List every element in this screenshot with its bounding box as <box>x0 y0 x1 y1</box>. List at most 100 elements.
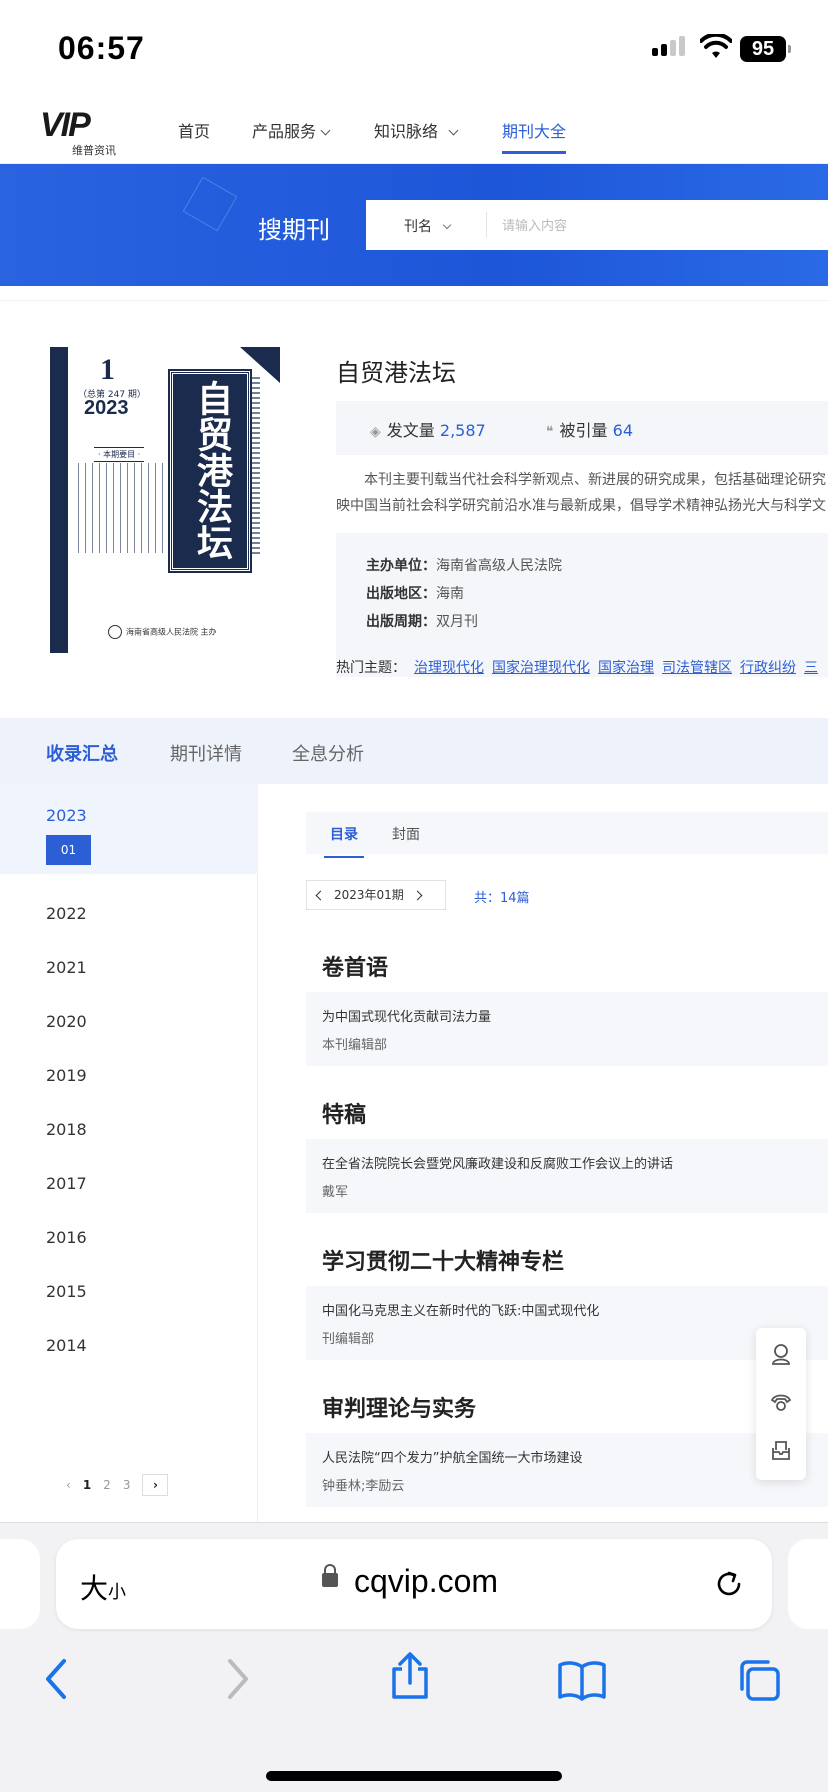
nav-journals[interactable]: 期刊大全 <box>502 118 567 154</box>
year-item-active[interactable]: 2023 01 <box>0 784 258 874</box>
cover-issue-number: 1 <box>100 353 115 386</box>
nav-knowledge[interactable]: 知识脉络 <box>374 118 459 142</box>
nav-home[interactable]: 首页 <box>178 118 210 142</box>
journal-cover-image: 1 （总第 247 期） 2023 · 本期要目 · 自贸港法坛 海南省高级人民… <box>50 347 280 653</box>
layers-icon: ◈ <box>370 424 381 440</box>
year-label: 2023 <box>46 806 87 825</box>
issue-contents: 目录 封面 2023年01期 共：14篇 卷首语 为中国式现代化贡献司法力量 本… <box>258 784 828 1524</box>
cover-year: 2023 <box>84 397 129 419</box>
article-item[interactable]: 在全省法院院长会暨党风廉政建设和反腐败工作会议上的讲话 戴军 <box>306 1139 828 1213</box>
meta-cycle: 出版周期：双月刊 <box>366 614 478 630</box>
forward-icon[interactable] <box>222 1657 252 1701</box>
message-icon[interactable] <box>769 1438 793 1462</box>
cover-title: 自贸港法坛 <box>191 380 233 560</box>
year-item[interactable]: 2015 <box>46 1282 87 1301</box>
subtab-cover[interactable]: 封面 <box>392 824 420 844</box>
article-item[interactable]: 中国化马克思主义在新时代的飞跃:中国式现代化 刊编辑部 <box>306 1286 828 1360</box>
issue-badge[interactable]: 01 <box>46 835 91 865</box>
topic-link[interactable]: 三 <box>804 660 818 676</box>
article-item[interactable]: 为中国式现代化贡献司法力量 本刊编辑部 <box>306 992 828 1066</box>
cover-english-title <box>250 377 260 557</box>
page-number[interactable]: 1 <box>83 1478 91 1492</box>
description-line: 本刊主要刊载当代社会科学新观点、新进展的研究成果，包括基础理论研究 <box>364 472 826 488</box>
back-icon[interactable] <box>42 1657 72 1701</box>
next-page-button[interactable]: › <box>142 1474 169 1496</box>
site-nav: VIP 维普资讯 首页 产品服务 知识脉络 期刊大全 <box>0 96 828 164</box>
year-item[interactable]: 2022 <box>46 904 87 923</box>
nav-products[interactable]: 产品服务 <box>252 118 331 142</box>
status-time: 06:57 <box>58 30 145 66</box>
year-item[interactable]: 2014 <box>46 1336 87 1355</box>
article-author: 刊编辑部 <box>322 1332 375 1347</box>
phone-icon[interactable] <box>769 1390 793 1414</box>
article-item[interactable]: 人民法院“四个发力”护航全国统一大市场建设 钟垂林;李励云 <box>306 1433 828 1507</box>
tab-details[interactable]: 期刊详情 <box>170 740 242 766</box>
topic-link[interactable]: 司法管辖区 <box>662 660 732 676</box>
year-item[interactable]: 2021 <box>46 958 87 977</box>
tabs-icon[interactable] <box>734 1657 782 1703</box>
reload-icon[interactable] <box>712 1567 746 1601</box>
meta-sponsor: 主办单位：海南省高级人民法院 <box>366 558 562 574</box>
cover-toc-title: · 本期要目 · <box>94 447 145 462</box>
chevron-down-icon <box>320 125 331 136</box>
hot-topics-label: 热门主题： <box>336 660 406 676</box>
year-item[interactable]: 2020 <box>46 1012 87 1031</box>
topic-link[interactable]: 行政纠纷 <box>740 660 796 676</box>
topic-link[interactable]: 国家治理现代化 <box>492 660 590 676</box>
issue-selector[interactable]: 2023年01期 <box>306 880 446 910</box>
customer-service-icon[interactable] <box>769 1342 793 1366</box>
banner-title: 搜期刊 <box>258 216 330 244</box>
stat-articles: ◈ 发文量 2,587 <box>370 421 486 440</box>
article-title[interactable]: 为中国式现代化贡献司法力量 <box>322 1006 491 1025</box>
year-item[interactable]: 2016 <box>46 1228 87 1247</box>
search-field-select[interactable]: 刊名 <box>404 216 452 236</box>
search-banner: 搜期刊 刊名 <box>0 164 828 286</box>
bookmarks-icon[interactable] <box>556 1659 608 1701</box>
prev-tab-preview[interactable] <box>0 1539 40 1629</box>
journal-title: 自贸港法坛 <box>336 359 456 387</box>
journal-tabs: 收录汇总 期刊详情 全息分析 <box>0 718 828 784</box>
topic-link[interactable]: 国家治理 <box>598 660 654 676</box>
stat-citations: ❝ 被引量 64 <box>546 421 634 440</box>
cover-title-box: 自贸港法坛 <box>168 369 252 573</box>
article-author: 钟垂林;李励云 <box>322 1479 405 1494</box>
year-item[interactable]: 2017 <box>46 1174 87 1193</box>
url-text[interactable]: cqvip.com <box>354 1563 498 1600</box>
journal-info: 1 （总第 247 期） 2023 · 本期要目 · 自贸港法坛 海南省高级人民… <box>0 300 828 720</box>
year-pager: ‹ 1 2 3 › <box>66 1474 169 1496</box>
address-bar[interactable]: 大小 cqvip.com <box>56 1539 772 1629</box>
year-sidebar: 2023 01 2022 2021 2020 2019 2018 2017 20… <box>0 784 258 1524</box>
prev-page-icon[interactable]: ‹ <box>66 1478 71 1492</box>
article-title[interactable]: 人民法院“四个发力”护航全国统一大市场建设 <box>322 1447 582 1466</box>
article-title[interactable]: 在全省法院院长会暨党风廉政建设和反腐败工作会议上的讲话 <box>322 1153 673 1172</box>
page-number[interactable]: 2 <box>103 1478 111 1492</box>
tab-summary[interactable]: 收录汇总 <box>46 740 118 766</box>
chevron-left-icon[interactable] <box>315 890 326 901</box>
chevron-down-icon <box>442 220 452 230</box>
article-author: 本刊编辑部 <box>322 1038 388 1053</box>
safari-toolbar: 大小 cqvip.com <box>0 1522 828 1792</box>
journal-stats: ◈ 发文量 2,587 ❝ 被引量 64 <box>336 401 828 455</box>
hot-topics: 热门主题： 治理现代化 国家治理现代化 国家治理 司法管辖区 行政纠纷三 <box>336 657 818 677</box>
article-count: 共：14篇 <box>474 891 530 906</box>
year-item[interactable]: 2019 <box>46 1066 87 1085</box>
vip-logo[interactable]: VIP 维普资讯 <box>40 106 120 157</box>
article-author: 戴军 <box>322 1185 349 1200</box>
year-item[interactable]: 2018 <box>46 1120 87 1139</box>
chevron-right-icon[interactable] <box>412 890 423 901</box>
cover-publisher: 海南省高级人民法院 主办 <box>108 625 217 639</box>
description-line: 映中国当前社会科学研究前沿水准与最新成果，倡导学术精神弘扬光大与科学文 <box>336 498 826 514</box>
topic-link[interactable]: 治理现代化 <box>414 660 484 676</box>
page-number[interactable]: 3 <box>123 1478 131 1492</box>
status-bar: 06:57 95 <box>0 0 828 96</box>
tab-analysis[interactable]: 全息分析 <box>292 740 364 766</box>
search-input[interactable] <box>502 212 802 238</box>
article-title[interactable]: 中国化马克思主义在新时代的飞跃:中国式现代化 <box>322 1300 599 1319</box>
reader-settings-button[interactable]: 大小 <box>80 1567 126 1607</box>
lock-icon <box>322 1564 338 1587</box>
next-tab-preview[interactable] <box>788 1539 828 1629</box>
logo-subtitle: 维普资讯 <box>72 144 116 157</box>
battery-icon: 95 <box>740 36 791 62</box>
share-icon[interactable] <box>388 1651 432 1701</box>
subtab-toc[interactable]: 目录 <box>324 824 364 858</box>
